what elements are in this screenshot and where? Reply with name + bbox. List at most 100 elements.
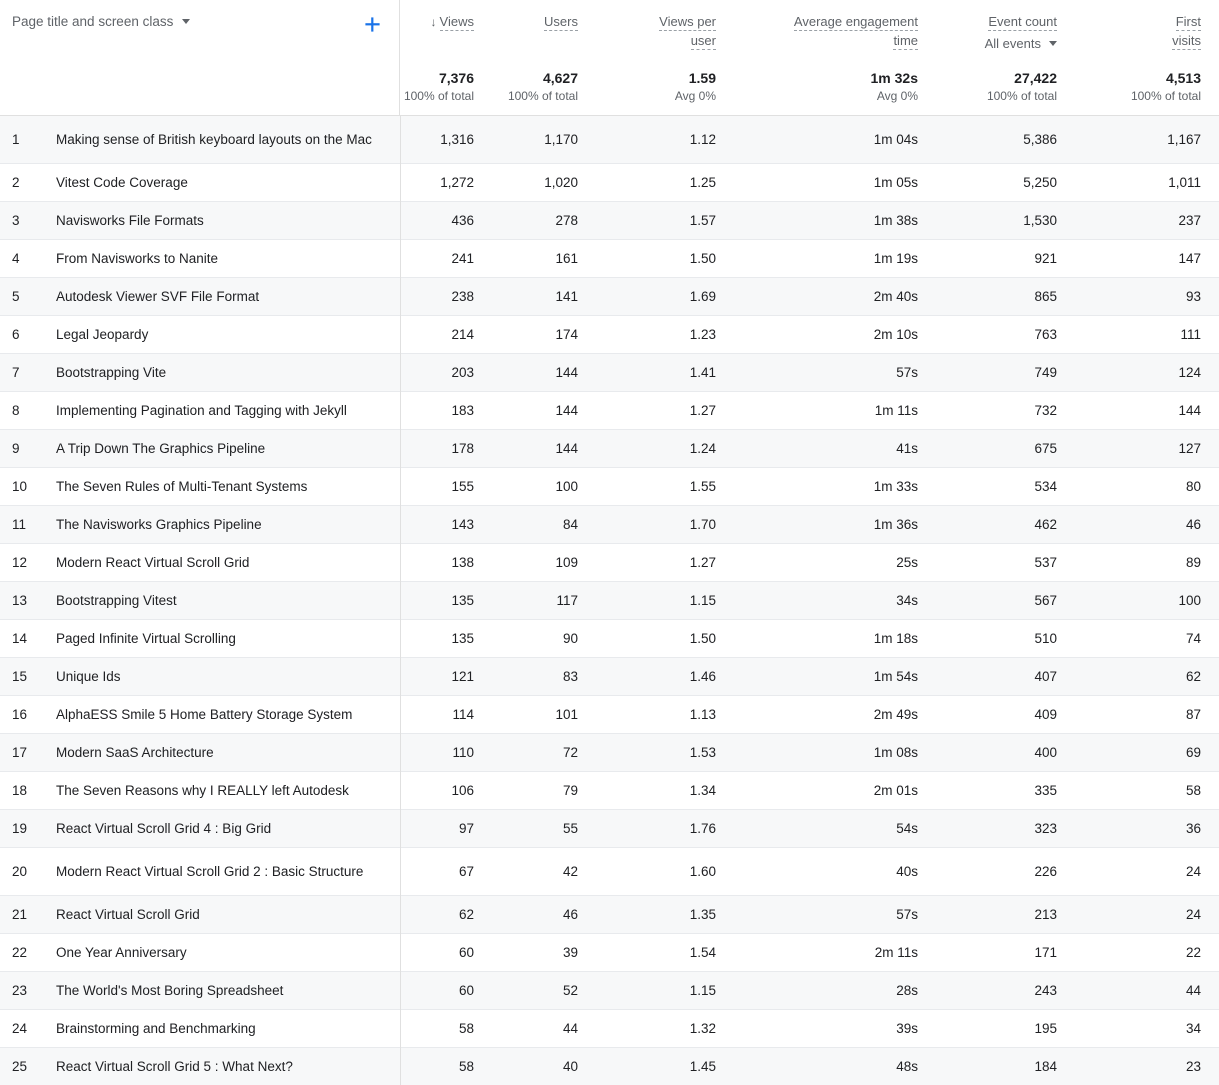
row-page-title[interactable]: Unique Ids [48, 658, 400, 696]
row-page-title[interactable]: A Trip Down The Graphics Pipeline [48, 430, 400, 468]
row-views: 58 [400, 1010, 492, 1048]
row-page-title[interactable]: Paged Infinite Virtual Scrolling [48, 620, 400, 658]
table-row[interactable]: 16AlphaESS Smile 5 Home Battery Storage … [0, 696, 1219, 734]
row-page-title[interactable]: One Year Anniversary [48, 934, 400, 972]
row-page-title[interactable]: Legal Jeopardy [48, 316, 400, 354]
row-rank: 14 [0, 620, 48, 658]
table-row[interactable]: 6Legal Jeopardy2141741.232m 10s763111 [0, 316, 1219, 354]
row-first-visits: 46 [1075, 506, 1219, 544]
table-row[interactable]: 11The Navisworks Graphics Pipeline143841… [0, 506, 1219, 544]
row-event-count: 323 [936, 810, 1075, 848]
row-users: 161 [492, 240, 596, 278]
row-views-per-user: 1.69 [596, 278, 734, 316]
row-page-title[interactable]: Brainstorming and Benchmarking [48, 1010, 400, 1048]
row-avg-engagement-time: 1m 04s [734, 116, 936, 164]
column-header-users[interactable]: Users 4,627 100% of total [492, 0, 596, 115]
row-page-title[interactable]: Navisworks File Formats [48, 202, 400, 240]
row-avg-engagement-time: 57s [734, 896, 936, 934]
row-page-title[interactable]: Modern React Virtual Scroll Grid [48, 544, 400, 582]
table-row[interactable]: 15Unique Ids121831.461m 54s40762 [0, 658, 1219, 696]
row-page-title[interactable]: The Navisworks Graphics Pipeline [48, 506, 400, 544]
row-views: 214 [400, 316, 492, 354]
row-views-per-user: 1.76 [596, 810, 734, 848]
table-row[interactable]: 23The World's Most Boring Spreadsheet605… [0, 972, 1219, 1010]
add-dimension-button[interactable] [360, 12, 384, 36]
table-row[interactable]: 25React Virtual Scroll Grid 5 : What Nex… [0, 1048, 1219, 1085]
row-views-per-user: 1.55 [596, 468, 734, 506]
table-row[interactable]: 14Paged Infinite Virtual Scrolling135901… [0, 620, 1219, 658]
column-total-sub: 100% of total [1131, 88, 1201, 105]
row-rank: 20 [0, 848, 48, 896]
table-header: Page title and screen class [0, 0, 1219, 116]
row-page-title[interactable]: Bootstrapping Vite [48, 354, 400, 392]
column-header-first-visits[interactable]: First visits 4,513 100% of total [1075, 0, 1219, 115]
table-row[interactable]: 1Making sense of British keyboard layout… [0, 116, 1219, 164]
table-row[interactable]: 10The Seven Rules of Multi-Tenant System… [0, 468, 1219, 506]
table-row[interactable]: 24Brainstorming and Benchmarking58441.32… [0, 1010, 1219, 1048]
row-users: 79 [492, 772, 596, 810]
column-header-views[interactable]: ↓Views 7,376 100% of total [400, 0, 492, 115]
table-row[interactable]: 13Bootstrapping Vitest1351171.1534s56710… [0, 582, 1219, 620]
row-page-title[interactable]: Bootstrapping Vitest [48, 582, 400, 620]
table-row[interactable]: 5Autodesk Viewer SVF File Format2381411.… [0, 278, 1219, 316]
row-avg-engagement-time: 1m 08s [734, 734, 936, 772]
row-first-visits: 1,011 [1075, 164, 1219, 202]
row-page-title[interactable]: The World's Most Boring Spreadsheet [48, 972, 400, 1010]
row-page-title[interactable]: Autodesk Viewer SVF File Format [48, 278, 400, 316]
row-page-title[interactable]: The Seven Rules of Multi-Tenant Systems [48, 468, 400, 506]
column-header-event-count[interactable]: Event count All events 27,422 100% of to… [936, 0, 1075, 115]
table-row[interactable]: 17Modern SaaS Architecture110721.531m 08… [0, 734, 1219, 772]
table-row[interactable]: 8Implementing Pagination and Tagging wit… [0, 392, 1219, 430]
table-row[interactable]: 12Modern React Virtual Scroll Grid138109… [0, 544, 1219, 582]
table-row[interactable]: 19React Virtual Scroll Grid 4 : Big Grid… [0, 810, 1219, 848]
row-page-title[interactable]: From Navisworks to Nanite [48, 240, 400, 278]
table-row[interactable]: 22One Year Anniversary60391.542m 11s1712… [0, 934, 1219, 972]
row-page-title[interactable]: Modern SaaS Architecture [48, 734, 400, 772]
row-page-title[interactable]: React Virtual Scroll Grid 5 : What Next? [48, 1048, 400, 1085]
row-page-title[interactable]: React Virtual Scroll Grid [48, 896, 400, 934]
event-filter-selector[interactable]: All events [985, 34, 1057, 53]
chevron-down-icon [182, 19, 190, 24]
column-header-views-per-user[interactable]: Views per user 1.59 Avg 0% [596, 0, 734, 115]
column-total-value: 4,513 [1131, 69, 1201, 87]
row-views: 110 [400, 734, 492, 772]
table-row[interactable]: 21React Virtual Scroll Grid62461.3557s21… [0, 896, 1219, 934]
row-avg-engagement-time: 34s [734, 582, 936, 620]
column-total-value: 7,376 [404, 69, 474, 87]
row-first-visits: 1,167 [1075, 116, 1219, 164]
row-rank: 9 [0, 430, 48, 468]
row-avg-engagement-time: 1m 05s [734, 164, 936, 202]
row-views: 241 [400, 240, 492, 278]
table-row[interactable]: 7Bootstrapping Vite2031441.4157s749124 [0, 354, 1219, 392]
row-page-title[interactable]: Making sense of British keyboard layouts… [48, 116, 400, 164]
column-title: Event count [988, 14, 1057, 31]
column-title-line2: visits [1172, 33, 1201, 50]
table-row[interactable]: 20Modern React Virtual Scroll Grid 2 : B… [0, 848, 1219, 896]
row-rank: 23 [0, 972, 48, 1010]
row-page-title[interactable]: Implementing Pagination and Tagging with… [48, 392, 400, 430]
row-page-title[interactable]: React Virtual Scroll Grid 4 : Big Grid [48, 810, 400, 848]
row-page-title[interactable]: The Seven Reasons why I REALLY left Auto… [48, 772, 400, 810]
row-page-title[interactable]: AlphaESS Smile 5 Home Battery Storage Sy… [48, 696, 400, 734]
table-row[interactable]: 4From Navisworks to Nanite2411611.501m 1… [0, 240, 1219, 278]
row-page-title[interactable]: Vitest Code Coverage [48, 164, 400, 202]
row-first-visits: 100 [1075, 582, 1219, 620]
dimension-label: Page title and screen class [12, 14, 173, 29]
row-first-visits: 87 [1075, 696, 1219, 734]
table-row[interactable]: 2Vitest Code Coverage1,2721,0201.251m 05… [0, 164, 1219, 202]
dimension-selector[interactable]: Page title and screen class [12, 14, 190, 29]
table-row[interactable]: 18The Seven Reasons why I REALLY left Au… [0, 772, 1219, 810]
row-page-title[interactable]: Modern React Virtual Scroll Grid 2 : Bas… [48, 848, 400, 896]
row-avg-engagement-time: 39s [734, 1010, 936, 1048]
table-row[interactable]: 3Navisworks File Formats4362781.571m 38s… [0, 202, 1219, 240]
table-row[interactable]: 9A Trip Down The Graphics Pipeline178144… [0, 430, 1219, 468]
row-users: 44 [492, 1010, 596, 1048]
row-views: 135 [400, 620, 492, 658]
column-total-sub: 100% of total [987, 88, 1057, 105]
row-views-per-user: 1.23 [596, 316, 734, 354]
row-event-count: 195 [936, 1010, 1075, 1048]
row-first-visits: 36 [1075, 810, 1219, 848]
row-first-visits: 124 [1075, 354, 1219, 392]
row-event-count: 184 [936, 1048, 1075, 1085]
column-header-average-engagement-time[interactable]: Average engagement time 1m 32s Avg 0% [734, 0, 936, 115]
